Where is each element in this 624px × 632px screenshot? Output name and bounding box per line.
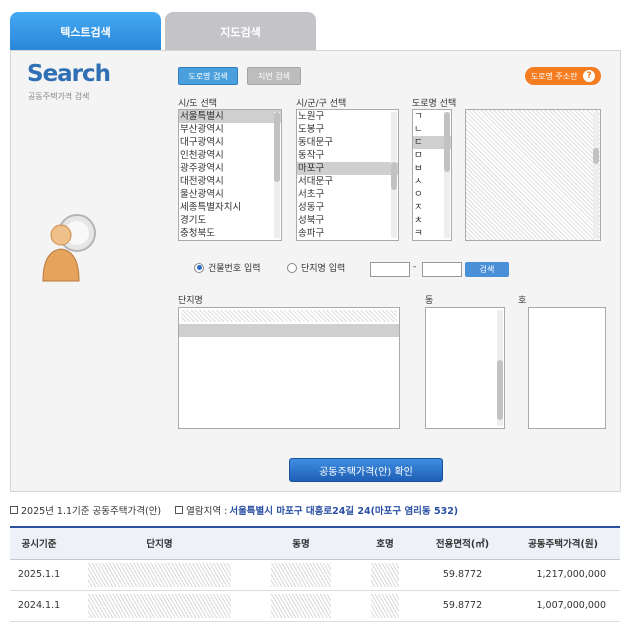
scrollbar[interactable]: [497, 310, 503, 426]
search-button[interactable]: 검색: [465, 262, 509, 277]
radio-icon: [287, 262, 297, 273]
building-no-radio[interactable]: 건물번호 입력: [194, 261, 261, 274]
lot-search-button[interactable]: 지번 검색: [247, 67, 301, 85]
sigungu-label: 시/군/구 선택: [296, 99, 347, 109]
header-base: 공시기준: [10, 526, 68, 560]
list-item[interactable]: 도봉구: [297, 123, 398, 136]
result-info-bar: 2025년 1.1기준 공동주택가격(안) 열람지역 : 서울특별시 마포구 대…: [10, 503, 622, 517]
header-ho: 호명: [351, 526, 419, 560]
list-item[interactable]: 서대문구: [297, 175, 398, 188]
cell-ho: [351, 559, 419, 591]
sigungu-listbox[interactable]: 노원구 도봉구 동대문구 동작구 마포구 서대문구 서초구 성동구 성북구 송파…: [296, 109, 399, 241]
cell-base: 2025.1.1: [10, 559, 68, 591]
viewing-area-value: 서울특별시 마포구 대흥로24길 24(마포구 염리동 532): [229, 506, 459, 517]
scrollbar[interactable]: [391, 112, 397, 238]
list-item[interactable]: 인천광역시: [179, 149, 281, 162]
complex-label: 단지명: [178, 296, 203, 306]
cell-dong: [251, 559, 351, 591]
search-panel: Search 공동주택가격 검색 도로명 검색 지번 검색 도로명 주소란 ? …: [10, 50, 621, 492]
bullet-icon: [175, 506, 184, 514]
search-person-illustration: [42, 214, 96, 282]
search-logo-subtitle: 공동주택가격 검색: [28, 92, 90, 101]
ho-listbox[interactable]: [528, 307, 606, 429]
scrollbar[interactable]: [274, 112, 280, 238]
complex-name-radio[interactable]: 단지명 입력: [287, 261, 345, 274]
road-address-info-button[interactable]: 도로명 주소란 ?: [525, 67, 601, 85]
list-item[interactable]: 울산광역시: [179, 188, 281, 201]
list-item[interactable]: 서울특별시: [179, 110, 281, 123]
complex-listbox[interactable]: [178, 307, 400, 429]
list-item[interactable]: 충청북도: [179, 227, 281, 240]
base-date-label: 2025년 1.1기준 공동주택가격(안): [21, 506, 162, 517]
header-price: 공동주택가격(원): [506, 526, 620, 560]
complex-name-radio-label: 단지명 입력: [301, 264, 346, 274]
list-item[interactable]: 경기도: [179, 214, 281, 227]
header-dong: 동명: [251, 526, 351, 560]
list-item[interactable]: 부산광역시: [179, 123, 281, 136]
table-header-row: 공시기준 단지명 동명 호명 전용면적(㎡) 공동주택가격(원): [10, 526, 620, 560]
cell-area: 59.8772: [419, 590, 506, 622]
scrollbar[interactable]: [593, 112, 599, 238]
cell-price: 1,217,000,000: [506, 559, 620, 591]
building-main-no-input[interactable]: [370, 262, 410, 277]
scrollbar[interactable]: [444, 112, 450, 238]
tab-text-search[interactable]: 텍스트검색: [10, 12, 161, 51]
header-complex: 단지명: [68, 526, 251, 560]
bullet-icon: [10, 506, 18, 514]
list-item[interactable]: 동대문구: [297, 136, 398, 149]
dash-separator: -: [413, 262, 417, 272]
ho-label: 호: [518, 296, 527, 306]
list-item[interactable]: 성북구: [297, 214, 398, 227]
list-item[interactable]: 노원구: [297, 110, 398, 123]
road-address-info-label: 도로명 주소란: [530, 71, 578, 81]
list-item[interactable]: 대구광역시: [179, 136, 281, 149]
search-logo: Search: [27, 61, 111, 87]
cell-dong: [251, 590, 351, 622]
table-row[interactable]: 2025.1.1 59.8772 1,217,000,000: [10, 559, 620, 591]
viewing-area-label: 열람지역 :: [186, 506, 228, 517]
building-no-radio-label: 건물번호 입력: [208, 264, 261, 274]
header-area: 전용면적(㎡): [419, 526, 506, 560]
question-icon: ?: [583, 70, 596, 82]
road-initial-listbox[interactable]: ㄱ ㄴ ㄷ ㅁ ㅂ ㅅ ㅇ ㅈ ㅊ ㅋ: [412, 109, 452, 241]
list-item[interactable]: 마포구: [297, 162, 398, 175]
cell-price: 1,007,000,000: [506, 590, 620, 622]
list-item[interactable]: [181, 310, 397, 322]
radio-selected-icon: [194, 262, 204, 273]
cell-complex: [68, 590, 251, 622]
list-item[interactable]: [179, 324, 399, 337]
list-item[interactable]: 성동구: [297, 201, 398, 214]
list-item[interactable]: 서초구: [297, 188, 398, 201]
building-sub-no-input[interactable]: [422, 262, 462, 277]
list-item[interactable]: 송파구: [297, 227, 398, 240]
table-row[interactable]: 2024.1.1 59.8772 1,007,000,000: [10, 590, 620, 622]
road-name-listbox[interactable]: [465, 109, 601, 241]
cell-base: 2024.1.1: [10, 590, 68, 622]
sido-listbox[interactable]: 서울특별시 부산광역시 대구광역시 인천광역시 광주광역시 대전광역시 울산광역…: [178, 109, 282, 241]
tab-map-search[interactable]: 지도검색: [165, 12, 316, 51]
price-table: 공시기준 단지명 동명 호명 전용면적(㎡) 공동주택가격(원) 2025.1.…: [10, 526, 620, 622]
sido-label: 시/도 선택: [178, 99, 218, 109]
dong-label: 동: [425, 296, 434, 306]
dong-listbox[interactable]: [425, 307, 505, 429]
list-item[interactable]: 대전광역시: [179, 175, 281, 188]
road-search-button[interactable]: 도로명 검색: [178, 67, 238, 85]
confirm-price-button[interactable]: 공동주택가격(안) 확인: [289, 458, 443, 482]
road-label: 도로명 선택: [412, 99, 457, 109]
cell-ho: [351, 590, 419, 622]
list-item[interactable]: 세종특별자치시: [179, 201, 281, 214]
list-item[interactable]: 동작구: [297, 149, 398, 162]
cell-complex: [68, 559, 251, 591]
list-item[interactable]: 광주광역시: [179, 162, 281, 175]
tab-bar: 텍스트검색 지도검색: [10, 12, 620, 51]
cell-area: 59.8772: [419, 559, 506, 591]
